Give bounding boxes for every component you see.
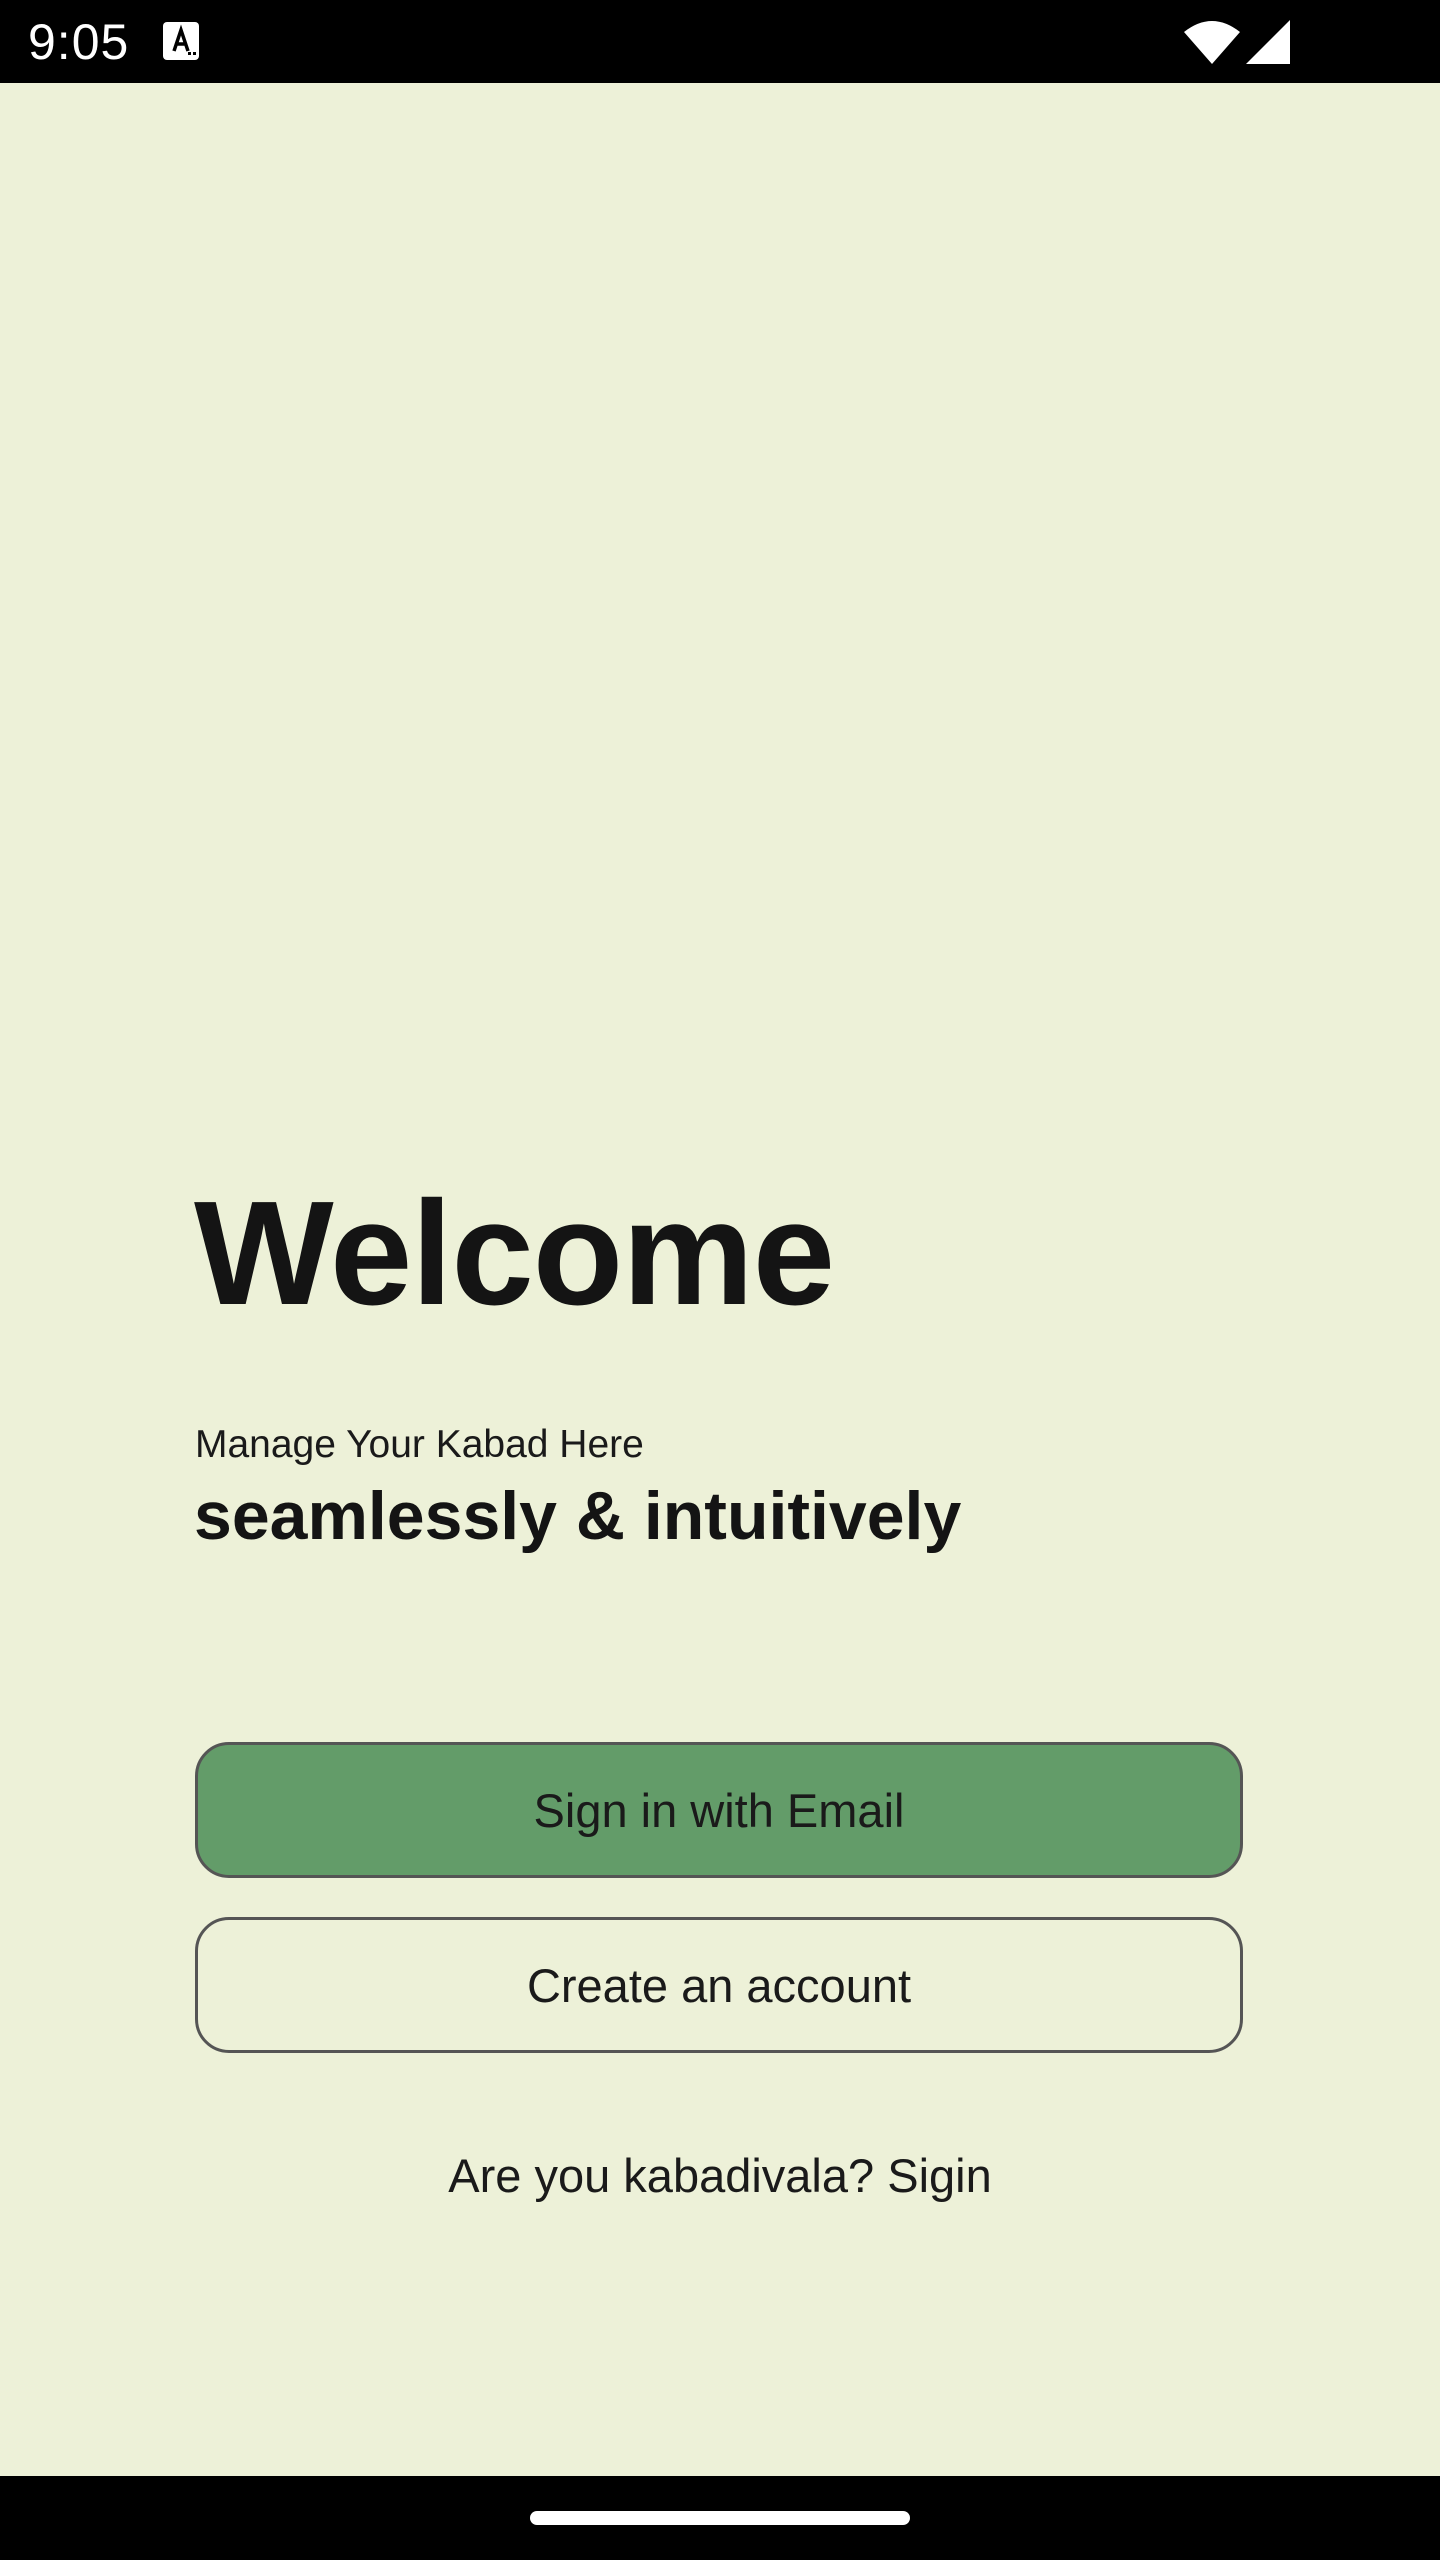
welcome-subtitle: Manage Your Kabad Here [195, 1423, 644, 1466]
kabadivala-signin-link[interactable]: Are you kabadivala? Sigin [0, 2148, 1440, 2204]
welcome-content: Welcome Manage Your Kabad Here seamlessl… [0, 83, 1440, 2476]
sign-in-email-button[interactable]: Sign in with Email [195, 1742, 1243, 1878]
sign-in-email-label: Sign in with Email [533, 1783, 905, 1837]
welcome-tagline: seamlessly & intuitively [194, 1478, 962, 1554]
create-account-label: Create an account [526, 1958, 912, 2012]
home-indicator[interactable] [530, 2511, 910, 2525]
a-notification-icon [163, 22, 199, 60]
status-time: 9:05 [28, 14, 130, 70]
signal-icon [1246, 20, 1290, 64]
wifi-icon [1184, 20, 1240, 64]
welcome-title: Welcome [194, 1171, 835, 1336]
create-account-button[interactable]: Create an account [195, 1917, 1243, 2053]
app-screen: 9:05 Welcome Manage Your Kabad Here seam… [0, 0, 1440, 2560]
status-bar: 9:05 [0, 0, 1440, 83]
